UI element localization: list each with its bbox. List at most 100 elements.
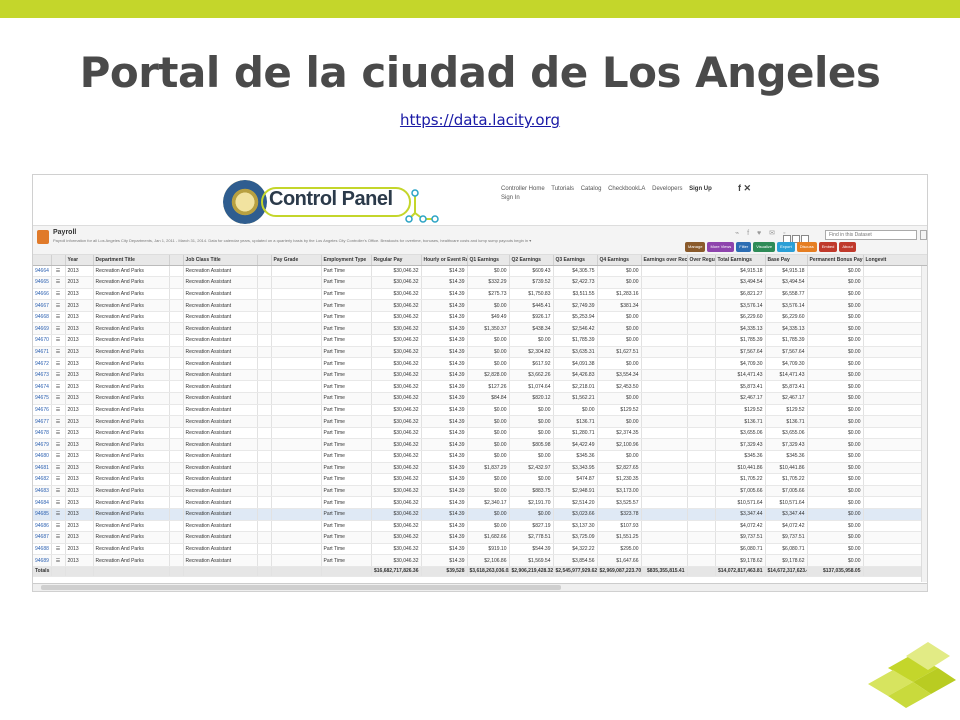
- table-row[interactable]: 94671 ☰ 2013 Recreation And Parks Recreation…: [33, 346, 927, 359]
- dataset-about-button[interactable]: About: [839, 242, 856, 252]
- table-row[interactable]: 94680 ☰ 2013 Recreation And Parks Recreation…: [33, 450, 927, 463]
- row-id-link[interactable]: 94664: [33, 265, 52, 278]
- nav-tutorials[interactable]: Tutorials: [551, 186, 574, 192]
- row-id-link[interactable]: 94670: [33, 334, 52, 347]
- table-row[interactable]: 94679 ☰ 2013 Recreation And Parks Recreation…: [33, 438, 927, 451]
- table-row[interactable]: 94672 ☰ 2013 Recreation And Parks Recreation…: [33, 357, 927, 370]
- table-row[interactable]: 94685 ☰ 2013 Recreation And Parks Recreation…: [33, 508, 927, 521]
- row-id-link[interactable]: 94680: [33, 450, 52, 463]
- column-header[interactable]: Employment Type: [321, 255, 372, 266]
- column-header[interactable]: Q3 Earnings: [553, 255, 598, 266]
- social-icons[interactable]: f ✕: [738, 183, 751, 194]
- row-menu-icon[interactable]: ☰: [51, 473, 66, 486]
- column-header[interactable]: [169, 255, 184, 266]
- column-header[interactable]: Permanent Bonus Pay: [807, 255, 864, 266]
- column-header[interactable]: Q1 Earnings: [467, 255, 510, 266]
- row-id-link[interactable]: 94675: [33, 392, 52, 405]
- table-row[interactable]: 94684 ☰ 2013 Recreation And Parks Recreation…: [33, 496, 927, 509]
- row-id-link[interactable]: 94687: [33, 531, 52, 544]
- column-header[interactable]: Job Class Title: [183, 255, 258, 266]
- column-header[interactable]: [33, 255, 52, 266]
- row-id-link[interactable]: 94674: [33, 380, 52, 394]
- row-id-link[interactable]: 94671: [33, 346, 52, 359]
- row-id-link[interactable]: 94679: [33, 438, 52, 451]
- row-id-link[interactable]: 94686: [33, 520, 52, 533]
- share-tools-icons[interactable]: ⌁ f ♥ ✉ ◦: [735, 229, 788, 237]
- table-row[interactable]: 94664 ☰ 2013 Recreation And Parks Recreation…: [33, 265, 927, 278]
- row-id-link[interactable]: 94667: [33, 299, 52, 312]
- table-row[interactable]: 94674 ☰ 2013 Recreation And Parks Recreation…: [33, 380, 927, 394]
- horizontal-scroll-thumb[interactable]: [41, 585, 561, 590]
- column-header[interactable]: Q2 Earnings: [509, 255, 554, 266]
- row-menu-icon[interactable]: ☰: [51, 404, 66, 417]
- table-row[interactable]: 94687 ☰ 2013 Recreation And Parks Recreation…: [33, 531, 927, 544]
- column-header[interactable]: Longevit: [863, 255, 927, 266]
- row-menu-icon[interactable]: ☰: [51, 334, 66, 347]
- row-menu-icon[interactable]: ☰: [51, 265, 66, 278]
- row-menu-icon[interactable]: ☰: [51, 508, 66, 521]
- column-header[interactable]: Department Title: [93, 255, 170, 266]
- row-id-link[interactable]: 94668: [33, 311, 52, 324]
- row-menu-icon[interactable]: ☰: [51, 520, 66, 533]
- row-menu-icon[interactable]: ☰: [51, 276, 66, 289]
- row-id-link[interactable]: 94689: [33, 554, 52, 567]
- column-header[interactable]: [51, 255, 66, 266]
- row-id-link[interactable]: 94672: [33, 357, 52, 370]
- row-id-link[interactable]: 94673: [33, 369, 52, 382]
- dataset-export-button[interactable]: Export: [777, 242, 795, 252]
- row-id-link[interactable]: 94669: [33, 322, 52, 336]
- find-in-dataset-input[interactable]: Find in this Dataset: [825, 230, 917, 240]
- row-menu-icon[interactable]: ☰: [51, 346, 66, 359]
- dataset-embed-button[interactable]: Embed: [818, 242, 838, 252]
- column-header[interactable]: Earnings over Rec: [641, 255, 688, 266]
- column-header[interactable]: Year: [65, 255, 94, 266]
- column-header[interactable]: Q4 Earnings: [597, 255, 642, 266]
- row-id-link[interactable]: 94666: [33, 288, 52, 301]
- column-header[interactable]: Base Pay: [765, 255, 808, 266]
- row-menu-icon[interactable]: ☰: [51, 288, 66, 301]
- row-menu-icon[interactable]: ☰: [51, 543, 66, 556]
- horizontal-scrollbar[interactable]: [33, 583, 927, 591]
- nav-catalog[interactable]: Catalog: [581, 186, 602, 192]
- table-row[interactable]: 94678 ☰ 2013 Recreation And Parks Recreation…: [33, 427, 927, 440]
- row-id-link[interactable]: 94676: [33, 404, 52, 417]
- row-id-link[interactable]: 94665: [33, 276, 52, 289]
- column-header[interactable]: Regular Pay: [371, 255, 422, 266]
- table-row[interactable]: 94686 ☰ 2013 Recreation And Parks Recreation…: [33, 520, 927, 533]
- table-row[interactable]: 94669 ☰ 2013 Recreation And Parks Recreation…: [33, 322, 927, 336]
- row-id-link[interactable]: 94681: [33, 462, 52, 475]
- row-menu-icon[interactable]: ☰: [51, 438, 66, 451]
- table-row[interactable]: 94667 ☰ 2013 Recreation And Parks Recreation…: [33, 299, 927, 312]
- dataset-discuss-button[interactable]: Discuss: [796, 242, 817, 252]
- row-id-link[interactable]: 94677: [33, 415, 52, 428]
- table-row[interactable]: 94689 ☰ 2013 Recreation And Parks Recreation…: [33, 554, 927, 567]
- dataset-filter-button[interactable]: Filter: [736, 242, 752, 252]
- row-menu-icon[interactable]: ☰: [51, 392, 66, 405]
- column-header[interactable]: Hourly or Event Rate: [421, 255, 468, 266]
- row-menu-icon[interactable]: ☰: [51, 462, 66, 475]
- row-menu-icon[interactable]: ☰: [51, 554, 66, 567]
- nav-controller-home[interactable]: Controller Home: [501, 186, 545, 192]
- row-id-link[interactable]: 94683: [33, 485, 52, 498]
- row-menu-icon[interactable]: ☰: [51, 485, 66, 498]
- row-menu-icon[interactable]: ☰: [51, 427, 66, 440]
- table-row[interactable]: 94668 ☰ 2013 Recreation And Parks Recreation…: [33, 311, 927, 324]
- table-row[interactable]: 94683 ☰ 2013 Recreation And Parks Recreation…: [33, 485, 927, 498]
- row-id-link[interactable]: 94678: [33, 427, 52, 440]
- table-row[interactable]: 94681 ☰ 2013 Recreation And Parks Recreation…: [33, 462, 927, 475]
- column-header[interactable]: Pay Grade: [271, 255, 322, 266]
- column-header[interactable]: Over Regu: [687, 255, 716, 266]
- table-row[interactable]: 94675 ☰ 2013 Recreation And Parks Recreation…: [33, 392, 927, 405]
- row-id-link[interactable]: 94688: [33, 543, 52, 556]
- table-row[interactable]: 94673 ☰ 2013 Recreation And Parks Recreation…: [33, 369, 927, 382]
- nav-developers[interactable]: Developers: [652, 186, 682, 192]
- row-menu-icon[interactable]: ☰: [51, 380, 66, 394]
- row-menu-icon[interactable]: ☰: [51, 496, 66, 509]
- dataset-visualize-button[interactable]: Visualize: [753, 242, 776, 252]
- table-row[interactable]: 94665 ☰ 2013 Recreation And Parks Recreation…: [33, 276, 927, 289]
- vertical-scrollbar[interactable]: [921, 266, 927, 582]
- nav-sign-up[interactable]: Sign Up: [689, 186, 712, 192]
- column-header[interactable]: Total Earnings: [715, 255, 766, 266]
- row-menu-icon[interactable]: ☰: [51, 450, 66, 463]
- portal-link[interactable]: https://data.lacity.org: [0, 111, 960, 129]
